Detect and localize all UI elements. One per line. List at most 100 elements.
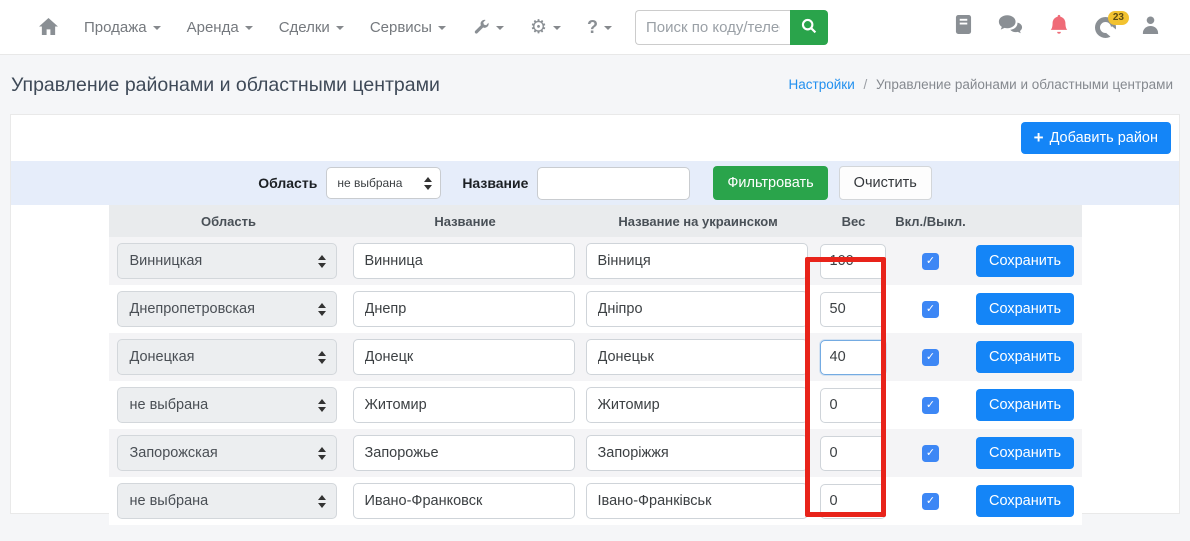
region-select-value: Винницкая (130, 253, 203, 269)
name-ua-input[interactable] (586, 243, 808, 279)
enabled-checkbox[interactable]: ✓ (922, 397, 939, 414)
menu-rent[interactable]: Аренда (174, 19, 266, 36)
reports-button[interactable]: 23 (1095, 17, 1116, 38)
check-icon: ✓ (926, 256, 935, 267)
search-input[interactable] (635, 10, 790, 45)
region-select[interactable]: Донецкая (117, 339, 337, 375)
content-card: + Добавить район Область не выбрана Назв… (10, 114, 1180, 514)
menu-services[interactable]: Сервисы (357, 19, 459, 36)
breadcrumb-settings-link[interactable]: Настройки (789, 77, 855, 92)
enabled-checkbox[interactable]: ✓ (922, 253, 939, 270)
weight-input[interactable] (820, 244, 886, 279)
profile-button[interactable] (1141, 15, 1160, 40)
home-button[interactable] (26, 18, 71, 36)
header-name-ua: Название на украинском (582, 214, 815, 229)
weight-input[interactable] (820, 292, 886, 327)
save-button[interactable]: Сохранить (976, 389, 1074, 421)
card-toolbar: + Добавить район (11, 115, 1179, 161)
region-select[interactable]: не выбрана (117, 483, 337, 519)
region-select[interactable]: не выбрана (117, 387, 337, 423)
weight-input[interactable] (820, 340, 886, 375)
check-icon: ✓ (926, 352, 935, 363)
enabled-checkbox[interactable]: ✓ (922, 445, 939, 462)
breadcrumb-separator: / (864, 77, 868, 92)
table-row: не выбрана ✓ Сохранить (109, 381, 1082, 429)
top-navbar: Продажа Аренда Сделки Сервисы ⚙ ? (0, 0, 1190, 55)
chevron-down-icon (438, 26, 446, 30)
menu-help[interactable]: ? (574, 17, 625, 38)
header-enabled: Вкл./Выкл. (893, 214, 969, 229)
region-select[interactable]: Запорожская (117, 435, 337, 471)
menu-rent-label: Аренда (187, 19, 239, 36)
select-arrows-icon (424, 177, 432, 190)
menu-sales-label: Продажа (84, 19, 147, 36)
book-icon (955, 14, 972, 40)
menu-services-label: Сервисы (370, 19, 432, 36)
chevron-down-icon (604, 26, 612, 30)
check-icon: ✓ (926, 304, 935, 315)
filter-button[interactable]: Фильтровать (713, 166, 827, 200)
name-input[interactable] (353, 483, 575, 519)
table-row: Винницкая ✓ Сохранить (109, 237, 1082, 285)
menu-settings[interactable]: ⚙ (517, 18, 574, 37)
clear-button[interactable]: Очистить (839, 166, 932, 200)
gear-icon: ⚙ (530, 18, 547, 37)
name-ua-input[interactable] (586, 339, 808, 375)
menu-deals[interactable]: Сделки (266, 19, 357, 36)
add-district-label: Добавить район (1050, 130, 1158, 146)
save-button[interactable]: Сохранить (976, 341, 1074, 373)
filter-name-input[interactable] (537, 167, 690, 200)
select-arrows-icon (318, 399, 326, 412)
select-arrows-icon (318, 351, 326, 364)
save-button[interactable]: Сохранить (976, 437, 1074, 469)
enabled-checkbox[interactable]: ✓ (922, 301, 939, 318)
navbar-right-icons: 23 (955, 13, 1160, 41)
name-input[interactable] (353, 339, 575, 375)
region-select[interactable]: Днепропетровская (117, 291, 337, 327)
menu-sales[interactable]: Продажа (71, 19, 174, 36)
region-select[interactable]: Винницкая (117, 243, 337, 279)
weight-input[interactable] (820, 388, 886, 423)
filter-name-label: Название (462, 175, 528, 191)
filter-region-value: не выбрана (337, 176, 402, 190)
check-icon: ✓ (926, 496, 935, 507)
select-arrows-icon (318, 303, 326, 316)
chat-bubbles-icon (997, 14, 1023, 40)
name-ua-input[interactable] (586, 483, 808, 519)
name-input[interactable] (353, 387, 575, 423)
name-ua-input[interactable] (586, 291, 808, 327)
menu-tools[interactable] (459, 18, 517, 36)
weight-input[interactable] (820, 484, 886, 519)
save-button[interactable]: Сохранить (976, 245, 1074, 277)
enabled-checkbox[interactable]: ✓ (922, 349, 939, 366)
breadcrumb: Настройки / Управление районами и област… (789, 72, 1173, 92)
notifications-button[interactable] (1048, 13, 1070, 41)
breadcrumb-current: Управление районами и областными центрам… (876, 77, 1173, 92)
navbar-search (635, 10, 828, 45)
name-ua-input[interactable] (586, 387, 808, 423)
name-ua-input[interactable] (586, 435, 808, 471)
name-input[interactable] (353, 243, 575, 279)
chevron-down-icon (245, 26, 253, 30)
name-input[interactable] (353, 435, 575, 471)
enabled-checkbox[interactable]: ✓ (922, 493, 939, 510)
filter-region-select[interactable]: не выбрана (326, 167, 441, 199)
search-icon (801, 18, 817, 37)
notification-badge: 23 (1108, 11, 1129, 25)
save-button[interactable]: Сохранить (976, 485, 1074, 517)
messages-button[interactable] (997, 14, 1023, 40)
region-select-value: Донецкая (130, 349, 195, 365)
menu-deals-label: Сделки (279, 19, 330, 36)
name-input[interactable] (353, 291, 575, 327)
journal-button[interactable] (955, 14, 972, 40)
weight-input[interactable] (820, 436, 886, 471)
filter-bar: Область не выбрана Название Фильтровать … (11, 161, 1179, 205)
header-name: Название (349, 214, 582, 229)
select-arrows-icon (318, 495, 326, 508)
table-row: Днепропетровская ✓ Сохранить (109, 285, 1082, 333)
save-button[interactable]: Сохранить (976, 293, 1074, 325)
page-title: Управление районами и областными центрам… (11, 72, 440, 99)
search-button[interactable] (790, 10, 828, 45)
check-icon: ✓ (926, 400, 935, 411)
add-district-button[interactable]: + Добавить район (1021, 122, 1171, 154)
